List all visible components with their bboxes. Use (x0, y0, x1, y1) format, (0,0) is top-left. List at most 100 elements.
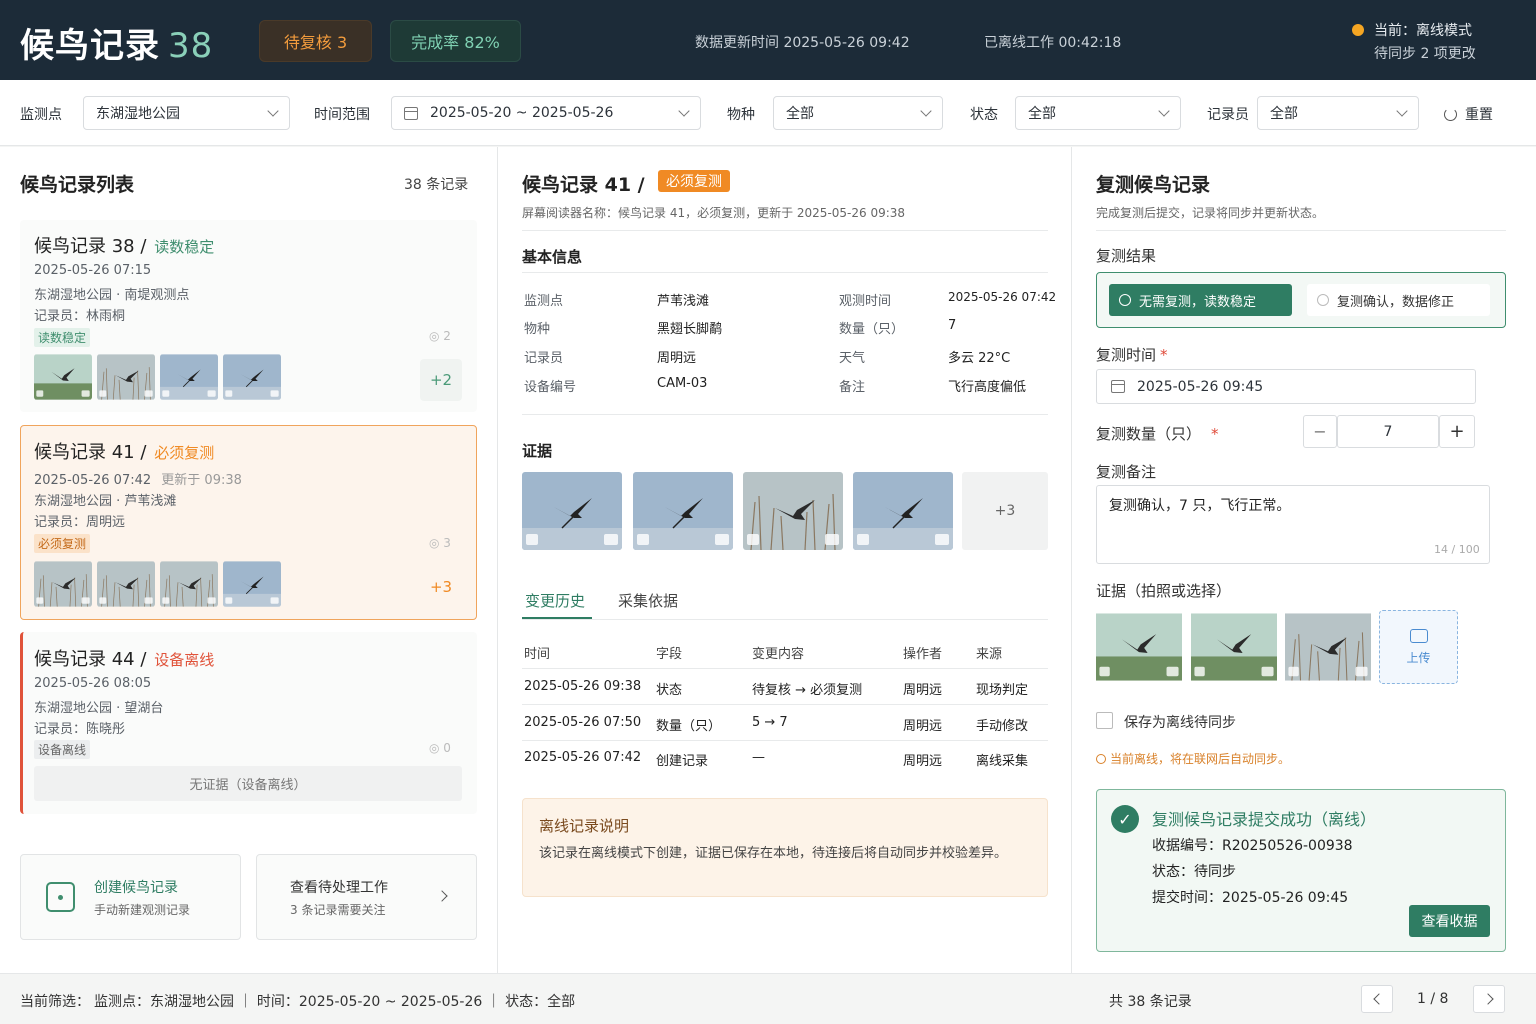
divider (522, 619, 1048, 620)
status-badge: 设备离线 (34, 740, 91, 759)
history-header: 变更内容 (752, 647, 805, 662)
status-badge: 读数稳定 (34, 328, 91, 347)
count-input[interactable]: 7 (1337, 415, 1439, 448)
info-value: 飞行高度偏低 (948, 380, 1027, 395)
page-indicator: 1 / 8 (1417, 991, 1449, 1007)
submitted-time: 提交时间：2025-05-26 09:45 (1152, 890, 1349, 906)
prev-page-button[interactable] (1361, 985, 1393, 1013)
species-filter-select[interactable]: 全部 (773, 96, 943, 130)
sync-state: 状态：待同步 (1152, 864, 1236, 880)
info-label: 备注 (839, 380, 866, 395)
option-no-recheck[interactable]: 无需复测，读数稳定 (1109, 284, 1292, 316)
save-offline-label[interactable]: 保存为离线待同步 (1124, 712, 1236, 732)
history-cell: 离线采集 (976, 754, 1029, 769)
evidence-photo[interactable] (633, 472, 733, 550)
recheck-time-input[interactable]: 2025-05-26 09:45 (1096, 369, 1476, 404)
check-circle-icon: ✓ (1111, 805, 1139, 833)
data-updated-time: 数据更新时间 2025-05-26 09:42 (695, 35, 910, 51)
evidence-photo[interactable] (522, 472, 622, 550)
evidence-photo[interactable] (743, 472, 843, 550)
success-title: 复测候鸟记录提交成功（离线） (1152, 810, 1377, 829)
create-record-subtitle: 手动新建观测记录 (94, 903, 191, 917)
view-receipt-button[interactable]: 查看收据 (1409, 905, 1490, 937)
evidence-thumbnail[interactable] (223, 354, 281, 400)
chevron-down-icon (1396, 105, 1408, 117)
offline-hint: 当前离线，将在联网后自动同步。 (1096, 750, 1290, 767)
evidence-thumbnail[interactable] (34, 354, 92, 400)
card-location: 东湖湿地公园 · 南堤观测点 (34, 288, 190, 303)
info-value: 芦苇浅滩 (657, 294, 710, 309)
divider (522, 704, 1048, 705)
site-filter-label: 监测点 (20, 107, 62, 123)
divider (522, 740, 1048, 741)
evidence-photo[interactable] (1285, 610, 1371, 684)
species-filter-label: 物种 (727, 107, 755, 123)
history-cell: 状态 (656, 683, 683, 698)
time-label: 复测时间 * (1096, 346, 1168, 364)
chevron-right-icon (1481, 993, 1494, 1005)
evidence-thumbnail[interactable] (34, 561, 92, 607)
info-label: 物种 (524, 322, 551, 337)
history-header: 字段 (656, 647, 683, 662)
evidence-thumbnail[interactable] (223, 561, 281, 607)
offline-notice-title: 离线记录说明 (539, 817, 630, 835)
site-filter-select[interactable]: 东湖湿地公园 (83, 96, 290, 130)
info-value: 周明远 (657, 351, 697, 366)
evidence-thumbnail[interactable] (160, 354, 218, 400)
count-label: 复测数量（只） * (1096, 425, 1219, 443)
app-title: 候鸟记录 38 (20, 26, 214, 66)
evidence-photo[interactable] (1191, 610, 1277, 684)
history-cell: 2025-05-26 09:38 (524, 679, 642, 694)
history-cell: 5 → 7 (752, 715, 788, 730)
range-filter-select[interactable]: 2025-05-20 ~ 2025-05-26 (391, 96, 701, 130)
detail-subtitle: 屏幕阅读器名称：候鸟记录 41，必须复测，更新于 2025-05-26 09:3… (522, 206, 906, 220)
info-label: 监测点 (524, 294, 564, 309)
upload-button[interactable]: 上传 (1379, 610, 1458, 684)
info-label: 记录员 (524, 351, 564, 366)
create-record-title: 创建候鸟记录 (94, 880, 178, 896)
tab-history[interactable]: 变更历史 (525, 590, 585, 611)
save-offline-checkbox[interactable] (1096, 712, 1113, 729)
more-evidence-button[interactable]: +3 (420, 566, 462, 608)
history-cell: 2025-05-26 07:50 (524, 715, 642, 730)
history-header: 操作者 (903, 647, 943, 662)
basic-info-title: 基本信息 (522, 248, 583, 266)
chevron-down-icon (920, 105, 932, 117)
calendar-icon (404, 106, 418, 120)
note-text: 复测确认，7 只，飞行正常。 (1109, 498, 1291, 514)
more-evidence-button[interactable]: +2 (420, 359, 462, 401)
evidence-photo[interactable] (853, 472, 953, 550)
history-cell: 现场判定 (976, 683, 1029, 698)
recorder-filter-select[interactable]: 全部 (1257, 96, 1419, 130)
divider (1096, 230, 1506, 231)
evidence-thumbnail[interactable] (97, 561, 155, 607)
card-location: 东湖湿地公园 · 芦苇浅滩 (34, 494, 177, 509)
increment-button[interactable]: + (1439, 415, 1475, 448)
info-label: 观测时间 (839, 294, 892, 309)
next-page-button[interactable] (1473, 985, 1505, 1013)
connection-status: 当前：离线模式 待同步 2 项更改 (1352, 20, 1476, 66)
card-title: 候鸟记录 44 / 设备离线 (34, 649, 215, 670)
completion-rate-badge: 完成率 82% (390, 20, 521, 62)
decrement-button[interactable]: − (1303, 415, 1337, 448)
refresh-icon (1444, 107, 1457, 121)
card-time: 2025-05-26 08:05 (34, 676, 152, 691)
card-recorder: 记录员：林雨桐 (34, 309, 126, 324)
reset-button[interactable]: 重置 (1444, 104, 1493, 124)
range-filter-label: 时间范围 (314, 107, 370, 123)
more-evidence-button[interactable]: +3 (962, 472, 1048, 550)
recheck-title: 复测候鸟记录 (1096, 174, 1211, 196)
tab-basis[interactable]: 采集依据 (618, 590, 678, 611)
recheck-subtitle: 完成复测后提交，记录将同步并更新状态。 (1096, 206, 1325, 220)
evidence-thumbnail[interactable] (160, 561, 218, 607)
status-filter-select[interactable]: 全部 (1015, 96, 1181, 130)
pending-work-subtitle: 3 条记录需要关注 (290, 903, 386, 917)
list-title: 候鸟记录列表 (20, 174, 135, 196)
pending-review-badge[interactable]: 待复核 3 (259, 20, 372, 62)
evidence-thumbnail[interactable] (97, 354, 155, 400)
no-evidence-placeholder: 无证据（设备离线） (34, 766, 462, 801)
evidence-photo[interactable] (1096, 610, 1182, 684)
add-record-icon (46, 882, 75, 912)
option-confirm-fix[interactable]: 复测确认，数据修正 (1307, 284, 1490, 316)
view-count: ◎ 2 (429, 329, 451, 343)
